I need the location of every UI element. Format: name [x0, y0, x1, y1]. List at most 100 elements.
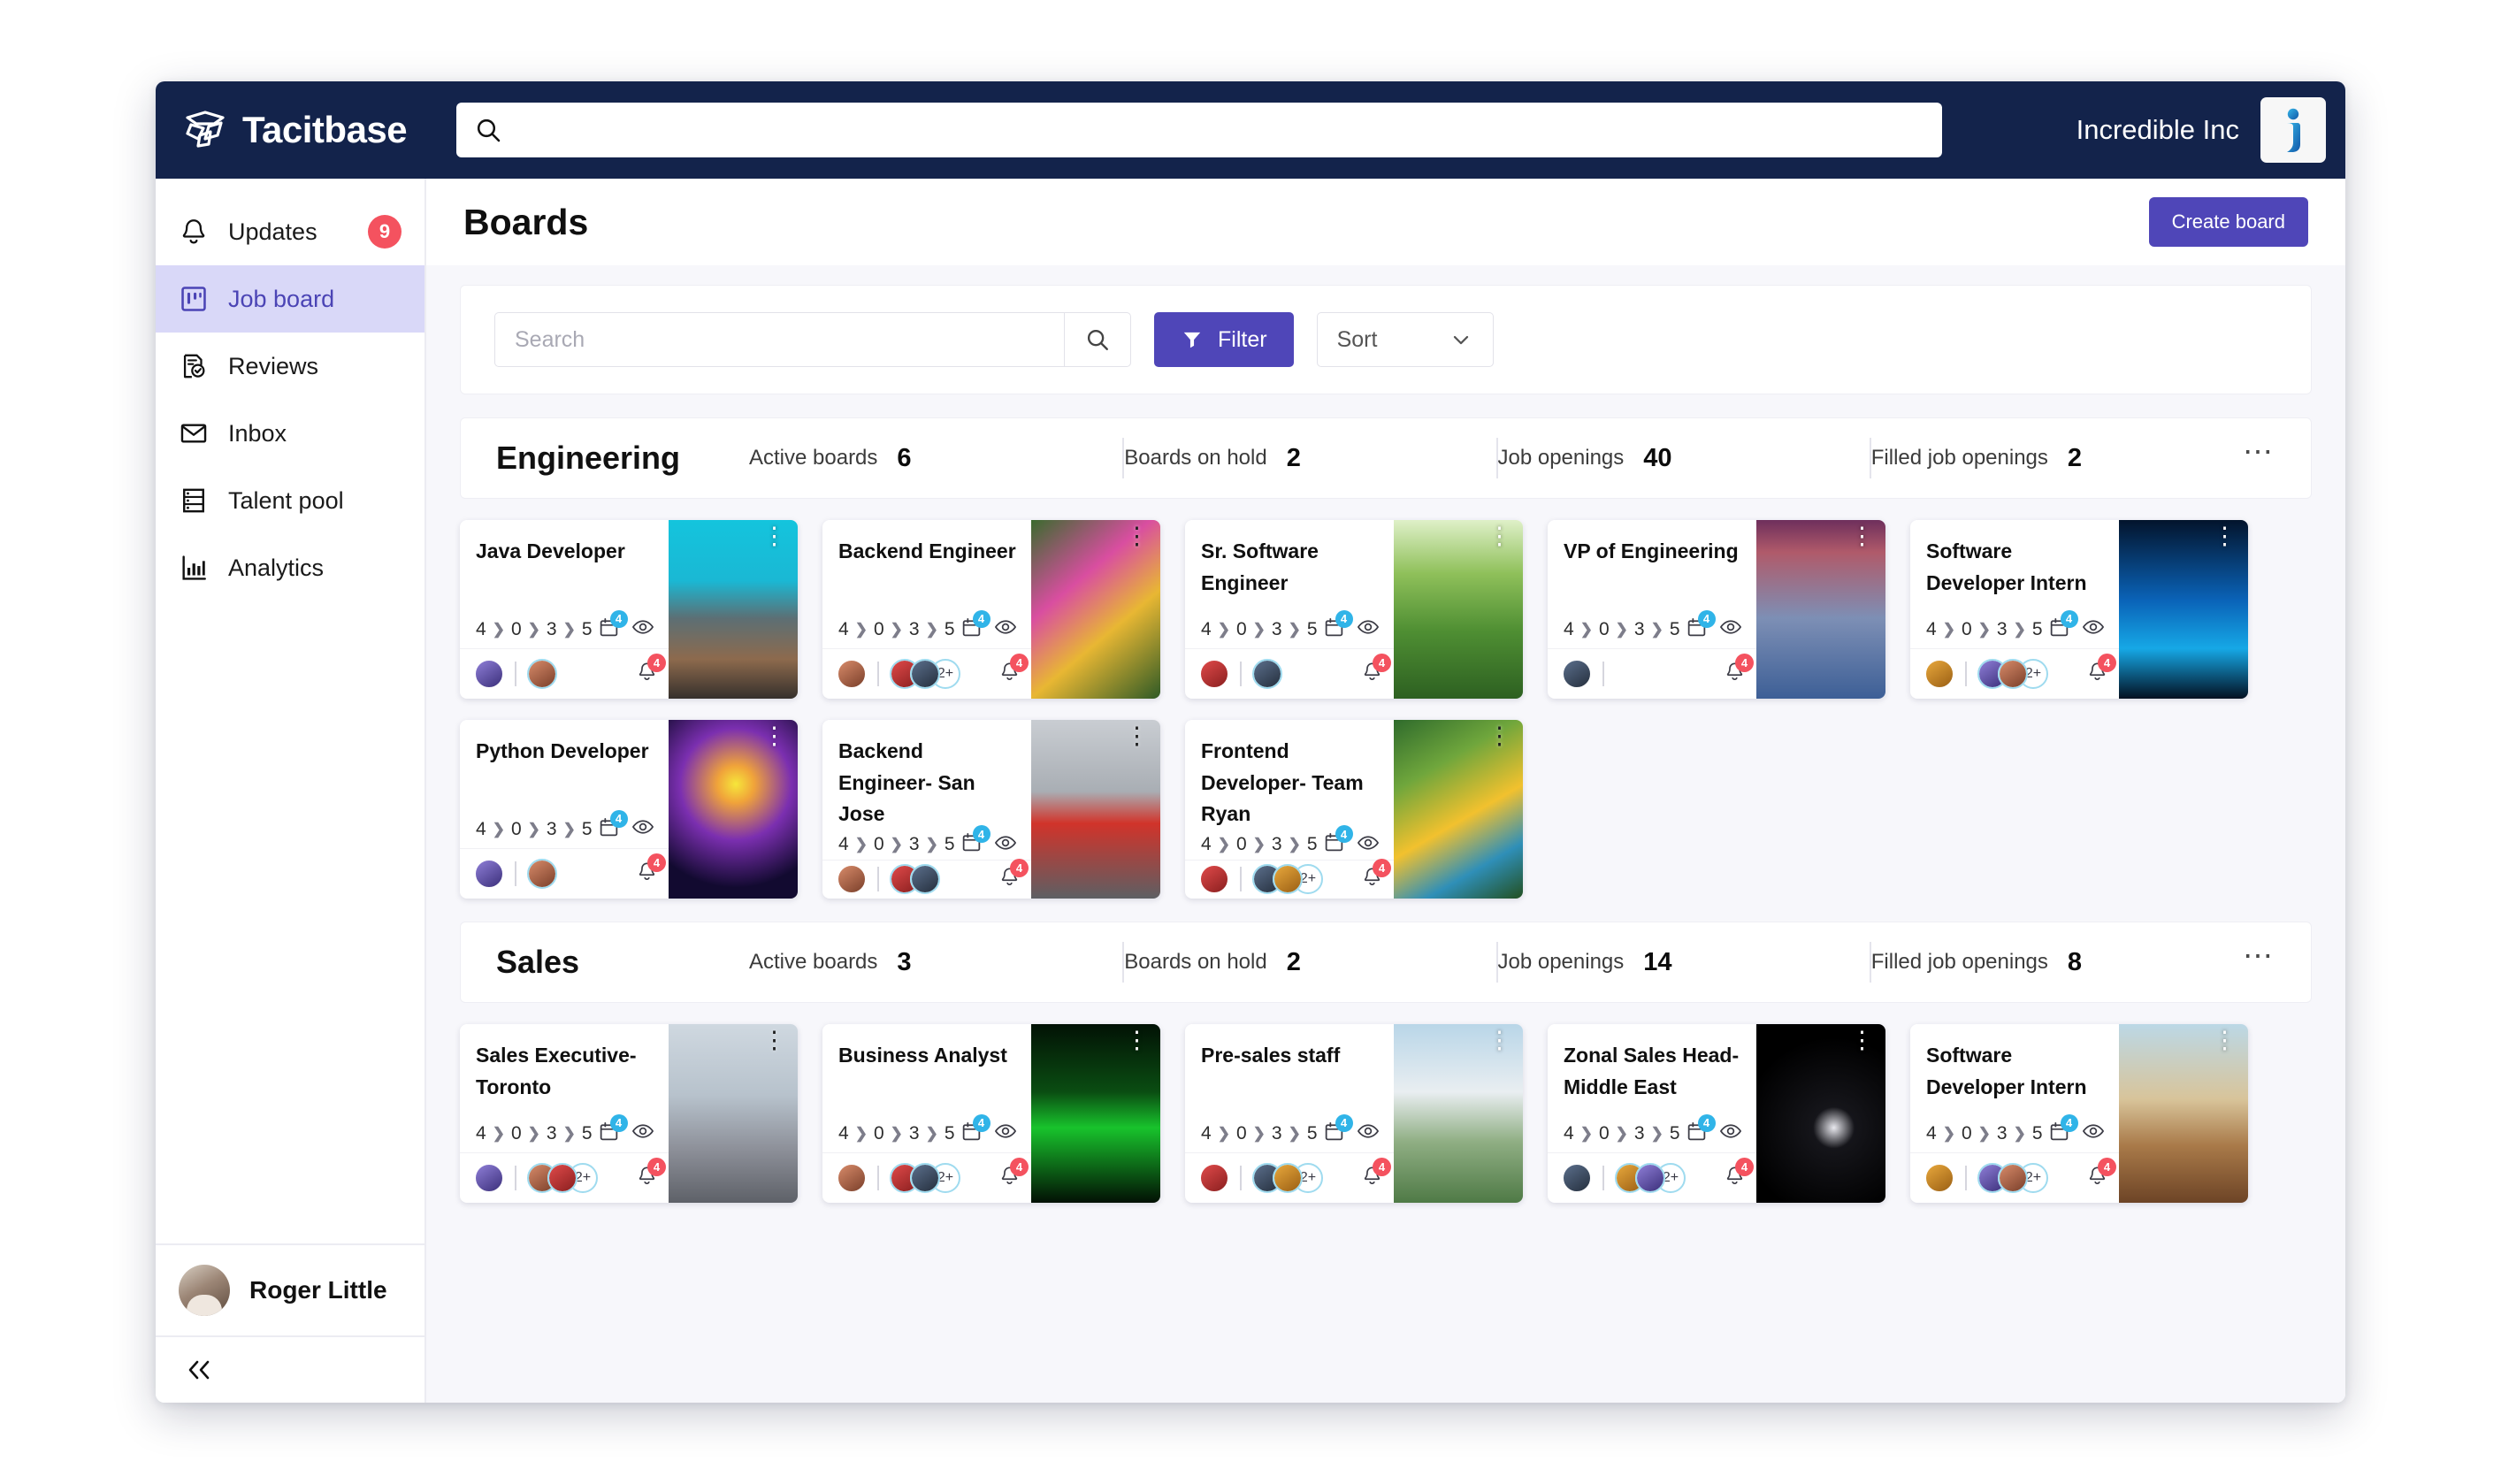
department-menu-button[interactable]: ⋯: [2243, 941, 2275, 974]
watch-button[interactable]: [1719, 616, 1742, 643]
kebab-menu-icon[interactable]: ⋮: [762, 724, 786, 748]
calendar-button[interactable]: 4: [960, 609, 990, 643]
watch-button[interactable]: [1357, 831, 1380, 859]
kebab-menu-icon[interactable]: ⋮: [2213, 1029, 2237, 1052]
board-card[interactable]: Frontend Developer- Team Ryan 4 ❯ 0 ❯ 3 ❯ 5 4 …: [1185, 720, 1523, 899]
calendar-button[interactable]: 4: [2048, 1113, 2078, 1147]
member-avatars[interactable]: [527, 659, 557, 689]
envelope-icon: [180, 424, 207, 443]
watch-button[interactable]: [2082, 616, 2105, 643]
watch-button[interactable]: [1357, 1120, 1380, 1147]
department-header: Engineering Active boards 6 Boards on ho…: [460, 417, 2312, 499]
board-card[interactable]: Java Developer 4 ❯ 0 ❯ 3 ❯ 5 4 4 ⋮: [460, 520, 798, 699]
sidebar-item-updates[interactable]: Updates 9: [156, 198, 424, 265]
watch-button[interactable]: [1719, 1120, 1742, 1147]
member-avatars[interactable]: [527, 859, 557, 889]
calendar-button[interactable]: 4: [1686, 609, 1716, 643]
notifications-button[interactable]: 4: [1361, 1158, 1391, 1191]
kebab-menu-icon[interactable]: ⋮: [762, 524, 786, 548]
sidebar-item-talent-pool[interactable]: Talent pool: [156, 467, 424, 534]
watch-button[interactable]: [994, 1120, 1017, 1147]
notifications-button[interactable]: 4: [1724, 1158, 1754, 1191]
calendar-button[interactable]: 4: [1323, 825, 1353, 858]
watch-button[interactable]: [994, 616, 1017, 643]
board-card[interactable]: Backend Engineer- San Jose 4 ❯ 0 ❯ 3 ❯ 5 4 4: [822, 720, 1160, 899]
company-avatar[interactable]: [2260, 97, 2326, 163]
member-avatars[interactable]: 2+: [1977, 659, 2048, 689]
kebab-menu-icon[interactable]: ⋮: [1488, 1029, 1511, 1052]
kebab-menu-icon[interactable]: ⋮: [1125, 1029, 1149, 1052]
board-card[interactable]: Business Analyst 4 ❯ 0 ❯ 3 ❯ 5 4 2+ 4 ⋮: [822, 1024, 1160, 1203]
notifications-button[interactable]: 4: [636, 654, 666, 687]
calendar-button[interactable]: 4: [960, 825, 990, 858]
member-avatars[interactable]: 2+: [1615, 1163, 1686, 1193]
member-avatars[interactable]: 2+: [890, 659, 960, 689]
sidebar-item-inbox[interactable]: Inbox: [156, 400, 424, 467]
department-menu-button[interactable]: ⋯: [2243, 437, 2275, 470]
notifications-button[interactable]: 4: [636, 853, 666, 887]
calendar-button[interactable]: 4: [598, 1113, 628, 1147]
notifications-button[interactable]: 4: [998, 654, 1029, 687]
member-avatars[interactable]: 2+: [890, 1163, 960, 1193]
notifications-button[interactable]: 4: [998, 1158, 1029, 1191]
board-card[interactable]: Python Developer 4 ❯ 0 ❯ 3 ❯ 5 4 4 ⋮: [460, 720, 798, 899]
watch-button[interactable]: [2082, 1120, 2105, 1147]
calendar-button[interactable]: 4: [2048, 609, 2078, 643]
watch-button[interactable]: [631, 815, 654, 843]
notifications-button[interactable]: 4: [1361, 654, 1391, 687]
board-search-input[interactable]: [494, 312, 1064, 367]
calendar-button[interactable]: 4: [1686, 1113, 1716, 1147]
board-card[interactable]: Software Developer Intern 4 ❯ 0 ❯ 3 ❯ 5 4 2+ 4: [1910, 520, 2248, 699]
global-search-input[interactable]: [515, 116, 1924, 144]
sidebar-collapse-button[interactable]: [156, 1335, 424, 1403]
notifications-button[interactable]: 4: [636, 1158, 666, 1191]
sidebar-user-profile[interactable]: Roger Little: [156, 1243, 424, 1335]
notifications-button[interactable]: 4: [1361, 859, 1391, 892]
calendar-button[interactable]: 4: [1323, 1113, 1353, 1147]
kebab-menu-icon[interactable]: ⋮: [1488, 524, 1511, 548]
notifications-button[interactable]: 4: [2086, 1158, 2116, 1191]
member-avatars[interactable]: 2+: [1252, 864, 1323, 895]
watch-button[interactable]: [631, 616, 654, 643]
watch-button[interactable]: [631, 1120, 654, 1147]
kebab-menu-icon[interactable]: ⋮: [1850, 1029, 1874, 1052]
board-search-button[interactable]: [1064, 312, 1131, 367]
member-avatars[interactable]: [890, 864, 940, 895]
board-card[interactable]: Sr. Software Engineer 4 ❯ 0 ❯ 3 ❯ 5 4 4 ⋮: [1185, 520, 1523, 699]
calendar-button[interactable]: 4: [960, 1113, 990, 1147]
board-card[interactable]: Backend Engineer 4 ❯ 0 ❯ 3 ❯ 5 4 2+ 4 ⋮: [822, 520, 1160, 699]
filter-button[interactable]: Filter: [1154, 312, 1294, 367]
create-board-button[interactable]: Create board: [2148, 197, 2308, 247]
avatar-divider: [1602, 662, 1604, 686]
watch-button[interactable]: [1357, 616, 1380, 643]
kebab-menu-icon[interactable]: ⋮: [1125, 524, 1149, 548]
board-card[interactable]: Zonal Sales Head- Middle East 4 ❯ 0 ❯ 3 ❯ 5 4 …: [1548, 1024, 1885, 1203]
notifications-button[interactable]: 4: [1724, 654, 1754, 687]
member-avatars[interactable]: 2+: [1252, 1163, 1323, 1193]
notifications-button[interactable]: 4: [998, 859, 1029, 892]
watch-button[interactable]: [994, 831, 1017, 859]
kebab-menu-icon[interactable]: ⋮: [2213, 524, 2237, 548]
member-avatars[interactable]: 2+: [527, 1163, 598, 1193]
board-card[interactable]: Software Developer Intern 4 ❯ 0 ❯ 3 ❯ 5 4 2+ 4: [1910, 1024, 2248, 1203]
calendar-button[interactable]: 4: [1323, 609, 1353, 643]
member-avatars[interactable]: 2+: [1977, 1163, 2048, 1193]
board-card[interactable]: Pre-sales staff 4 ❯ 0 ❯ 3 ❯ 5 4 2+ 4 ⋮: [1185, 1024, 1523, 1203]
company-area[interactable]: Incredible Inc: [2077, 97, 2326, 163]
sidebar-item-reviews[interactable]: Reviews: [156, 333, 424, 400]
calendar-button[interactable]: 4: [598, 609, 628, 643]
kebab-menu-icon[interactable]: ⋮: [1125, 724, 1149, 748]
kebab-menu-icon[interactable]: ⋮: [762, 1029, 786, 1052]
board-card[interactable]: Sales Executive- Toronto 4 ❯ 0 ❯ 3 ❯ 5 4 2+ 4: [460, 1024, 798, 1203]
sort-dropdown[interactable]: Sort: [1316, 312, 1494, 367]
kebab-menu-icon[interactable]: ⋮: [1850, 524, 1874, 548]
board-card[interactable]: VP of Engineering 4 ❯ 0 ❯ 3 ❯ 5 4 4 ⋮: [1548, 520, 1885, 699]
sidebar-item-analytics[interactable]: Analytics: [156, 534, 424, 601]
notifications-button[interactable]: 4: [2086, 654, 2116, 687]
brand[interactable]: Tacitbase: [182, 109, 456, 151]
kebab-menu-icon[interactable]: ⋮: [1488, 724, 1511, 748]
member-avatars[interactable]: [1252, 659, 1282, 689]
global-search-bar[interactable]: [456, 103, 1942, 157]
calendar-button[interactable]: 4: [598, 809, 628, 843]
sidebar-item-job-board[interactable]: Job board: [156, 265, 424, 333]
